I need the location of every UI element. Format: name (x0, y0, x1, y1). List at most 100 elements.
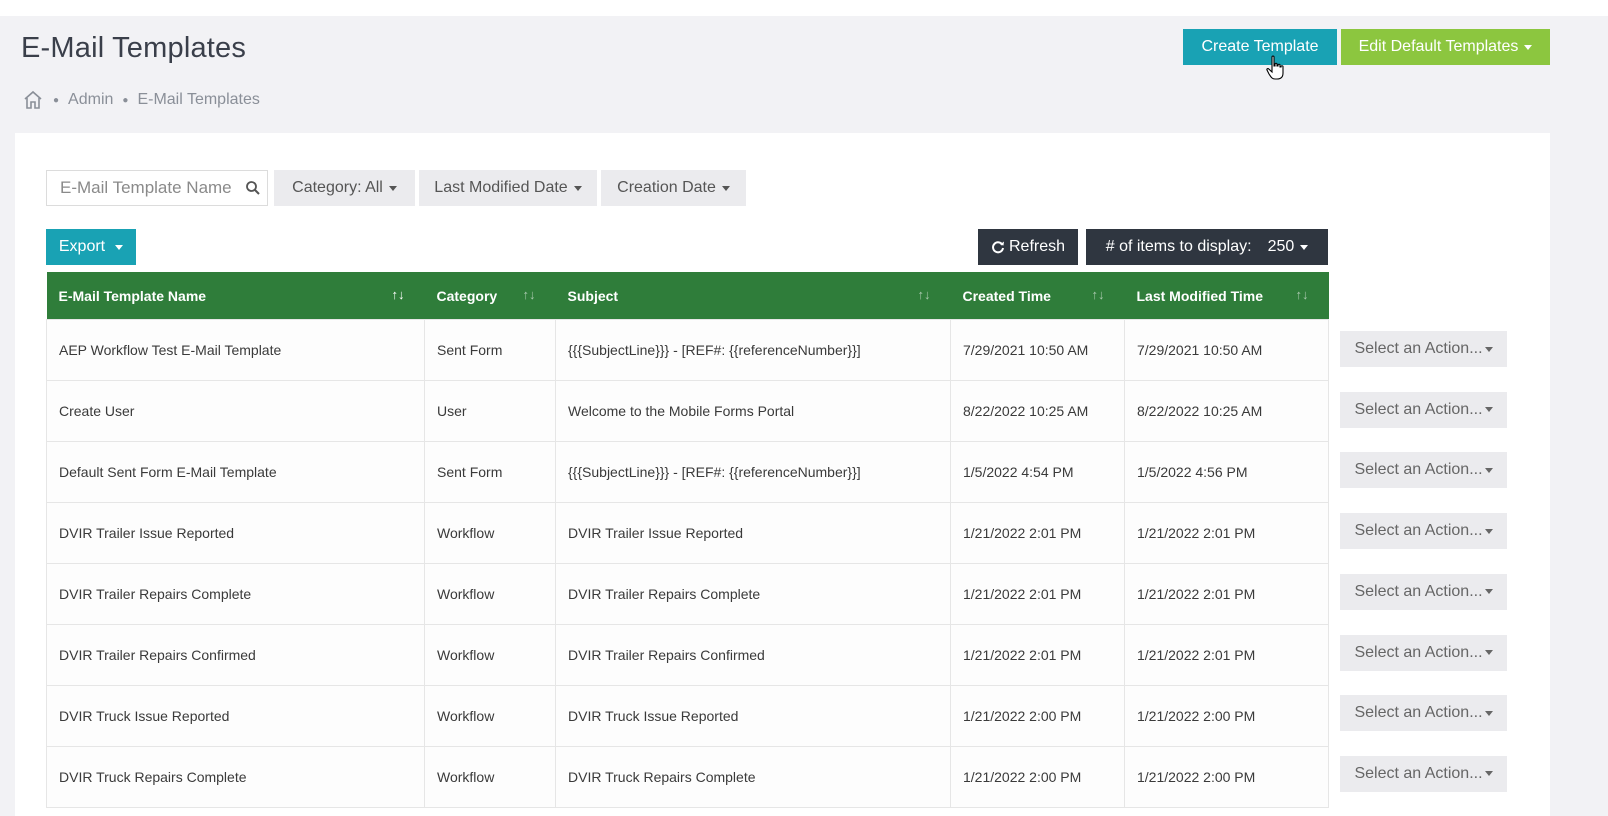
column-header-label: Subject (567, 287, 619, 304)
table-row[interactable]: Default Sent Form E-Mail Template Sent Fo… (46, 441, 1329, 503)
cell-category: Workflow (424, 502, 556, 564)
items-per-page-value: 250 (1267, 238, 1295, 255)
cell-created-time: 8/22/2022 10:25 AM (950, 380, 1125, 442)
cell-subject: Welcome to the Mobile Forms Portal (555, 380, 951, 442)
items-per-page-dropdown[interactable]: # of items to display: 250 (1086, 229, 1328, 265)
breadcrumb: ● Admin ● E-Mail Templates (22, 88, 260, 112)
cell-category: Sent Form (424, 319, 556, 381)
cell-subject: DVIR Trailer Repairs Complete (555, 563, 951, 625)
cell-template-name: DVIR Truck Issue Reported (46, 685, 425, 747)
cell-template-name: Create User (46, 380, 425, 442)
chevron-down-icon (1484, 407, 1493, 413)
cell-subject: DVIR Truck Repairs Complete (555, 746, 951, 808)
breadcrumb-separator: ● (53, 94, 60, 106)
column-header-created-time[interactable]: Created Time ↑↓ (950, 272, 1125, 320)
column-header-label: Created Time (962, 287, 1051, 304)
chevron-down-icon (1484, 467, 1493, 473)
chevron-down-icon (573, 185, 582, 191)
cell-template-name: Default Sent Form E-Mail Template (46, 441, 425, 503)
create-template-button[interactable]: Create Template (1183, 29, 1337, 65)
column-header-category[interactable]: Category ↑↓ (424, 272, 556, 320)
home-icon[interactable] (22, 89, 44, 111)
table-row[interactable]: DVIR Truck Issue Reported Workflow DVIR Tr… (46, 685, 1329, 747)
edit-default-templates-button[interactable]: Edit Default Templates (1341, 29, 1550, 65)
column-header-label: E-Mail Template Name (58, 287, 207, 304)
breadcrumb-item-admin[interactable]: Admin (68, 91, 113, 109)
column-header-subject[interactable]: Subject ↑↓ (555, 272, 951, 320)
row-action-label: Select an Action... (1354, 400, 1483, 418)
row-action-select[interactable]: Select an Action... (1340, 573, 1507, 610)
table-row[interactable]: DVIR Truck Repairs Complete Workflow DVIR … (46, 746, 1329, 808)
cell-created-time: 1/21/2022 2:01 PM (950, 502, 1125, 564)
cell-last-modified-time: 1/21/2022 2:00 PM (1124, 746, 1329, 808)
column-header-last-modified-time[interactable]: Last Modified Time ↑↓ (1124, 272, 1329, 320)
cell-category: User (424, 380, 556, 442)
sort-icon[interactable]: ↑↓ (392, 287, 405, 302)
sort-icon[interactable]: ↑↓ (1092, 287, 1105, 302)
row-action-select[interactable]: Select an Action... (1340, 331, 1507, 367)
page-title: E-Mail Templates (21, 32, 247, 64)
column-header-label: Category (436, 287, 498, 304)
row-action-select[interactable]: Select an Action... (1340, 634, 1507, 671)
chevron-down-icon (388, 185, 397, 191)
chevron-down-icon (721, 185, 730, 191)
table-row[interactable]: AEP Workflow Test E-Mail Template Sent Fo… (46, 319, 1329, 381)
edit-default-templates-label: Edit Default Templates (1358, 38, 1519, 55)
cell-template-name: DVIR Truck Repairs Complete (46, 746, 425, 808)
row-action-select[interactable]: Select an Action... (1340, 695, 1507, 732)
row-action-select[interactable]: Select an Action... (1340, 755, 1507, 792)
export-label: Export (58, 238, 106, 255)
chevron-down-icon (1484, 650, 1493, 655)
sort-icon[interactable]: ↑↓ (523, 287, 536, 302)
cell-last-modified-time: 8/22/2022 10:25 AM (1124, 380, 1329, 442)
column-header-name[interactable]: E-Mail Template Name ↑↓ (46, 272, 425, 320)
cell-template-name: AEP Workflow Test E-Mail Template (46, 319, 425, 381)
refresh-button[interactable]: Refresh (978, 229, 1078, 265)
row-action-select[interactable]: Select an Action... (1340, 452, 1507, 489)
items-per-page-label: # of items to display: (1105, 238, 1252, 255)
table-header-row: E-Mail Template Name ↑↓ Category ↑↓ Subjec… (46, 272, 1329, 320)
cell-template-name: DVIR Trailer Issue Reported (46, 502, 425, 564)
sort-icon[interactable]: ↑↓ (918, 287, 931, 302)
create-template-label: Create Template (1201, 38, 1319, 55)
cell-subject: {{{SubjectLine}}} - [REF#: {{referenceNu… (555, 319, 951, 381)
cell-category: Workflow (424, 563, 556, 625)
chevron-down-icon (1484, 346, 1493, 352)
cell-created-time: 7/29/2021 10:50 AM (950, 319, 1125, 381)
cell-subject: DVIR Truck Issue Reported (555, 685, 951, 747)
sort-icon[interactable]: ↑↓ (1296, 287, 1309, 302)
chevron-down-icon (1524, 44, 1533, 50)
table-row[interactable]: Create User User Welcome to the Mobile For… (46, 380, 1329, 442)
chevron-down-icon (1484, 528, 1493, 534)
row-action-label: Select an Action... (1354, 764, 1483, 782)
row-action-label: Select an Action... (1354, 704, 1483, 722)
cell-category: Workflow (424, 746, 556, 808)
creation-date-filter[interactable]: Creation Date (601, 170, 746, 206)
cell-last-modified-time: 7/29/2021 10:50 AM (1124, 319, 1329, 381)
row-action-label: Select an Action... (1354, 643, 1483, 661)
cell-template-name: DVIR Trailer Repairs Confirmed (46, 624, 425, 686)
chevron-down-icon (115, 244, 124, 250)
cell-created-time: 1/21/2022 2:00 PM (950, 746, 1125, 808)
search-input[interactable] (47, 171, 237, 205)
export-button[interactable]: Export (46, 229, 136, 265)
cell-last-modified-time: 1/5/2022 4:56 PM (1124, 441, 1329, 503)
row-action-select[interactable]: Select an Action... (1340, 391, 1507, 428)
chevron-down-icon (1484, 710, 1493, 716)
cell-subject: {{{SubjectLine}}} - [REF#: {{referenceNu… (555, 441, 951, 503)
cell-subject: DVIR Trailer Repairs Confirmed (555, 624, 951, 686)
row-action-label: Select an Action... (1354, 522, 1483, 540)
chevron-down-icon (1484, 771, 1493, 777)
search-icon[interactable] (245, 180, 261, 196)
cell-last-modified-time: 1/21/2022 2:01 PM (1124, 563, 1329, 625)
cell-subject: DVIR Trailer Issue Reported (555, 502, 951, 564)
chevron-down-icon (1484, 589, 1493, 595)
category-filter-dropdown[interactable]: Category: All (274, 170, 415, 206)
last-modified-date-filter[interactable]: Last Modified Date (419, 170, 597, 206)
row-action-select[interactable]: Select an Action... (1340, 513, 1507, 550)
cell-category: Workflow (424, 624, 556, 686)
table-row[interactable]: DVIR Trailer Repairs Confirmed Workflow DV… (46, 624, 1329, 686)
search-box (46, 170, 268, 206)
table-row[interactable]: DVIR Trailer Issue Reported Workflow DVIR … (46, 502, 1329, 564)
table-row[interactable]: DVIR Trailer Repairs Complete Workflow DVI… (46, 563, 1329, 625)
